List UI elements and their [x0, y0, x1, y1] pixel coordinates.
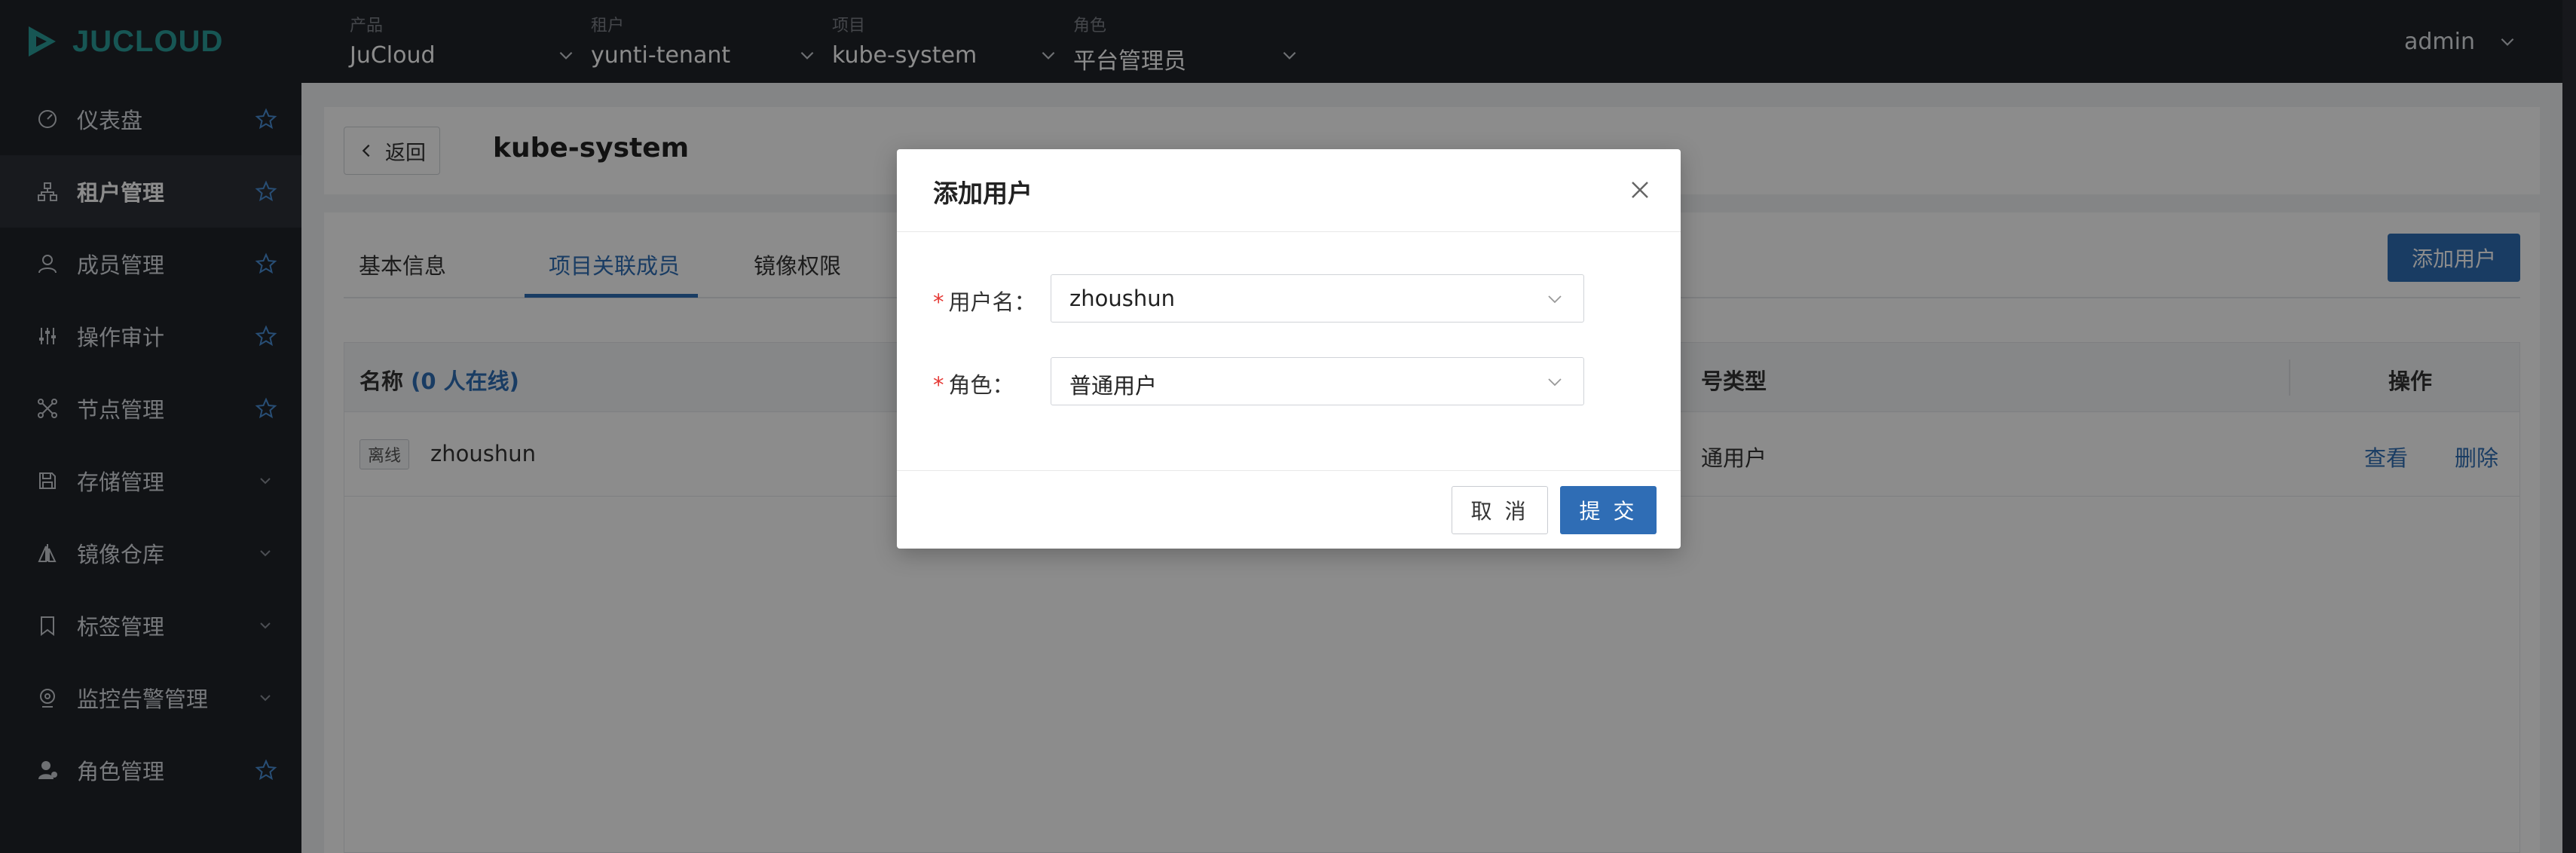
- role-label: * 角色：: [933, 368, 1014, 399]
- close-icon[interactable]: [1628, 178, 1652, 202]
- role-select[interactable]: 普通用户: [1051, 357, 1584, 405]
- role-row: * 角色： 普通用户: [933, 357, 1649, 405]
- username-label: * 用户名：: [933, 285, 1036, 316]
- add-user-dialog: 添加用户 * 用户名： zhoushun * 角色： 普通用户 取 消 提 交: [897, 149, 1681, 549]
- required-mark: *: [933, 372, 944, 398]
- role-label-text: 角色：: [948, 372, 1014, 398]
- username-select-value: zhoushun: [1069, 286, 1175, 311]
- username-label-text: 用户名：: [948, 289, 1036, 315]
- submit-button[interactable]: 提 交: [1560, 486, 1657, 534]
- dialog-footer: 取 消 提 交: [897, 470, 1681, 549]
- username-select[interactable]: zhoushun: [1051, 274, 1584, 323]
- chevron-down-icon: [1548, 378, 1562, 387]
- dialog-title: 添加用户: [933, 179, 1033, 208]
- cancel-button[interactable]: 取 消: [1452, 486, 1548, 534]
- username-row: * 用户名： zhoushun: [933, 274, 1649, 323]
- dialog-header: 添加用户: [897, 149, 1681, 232]
- chevron-down-icon: [1548, 295, 1562, 304]
- role-select-value: 普通用户: [1069, 373, 1158, 399]
- required-mark: *: [933, 289, 944, 315]
